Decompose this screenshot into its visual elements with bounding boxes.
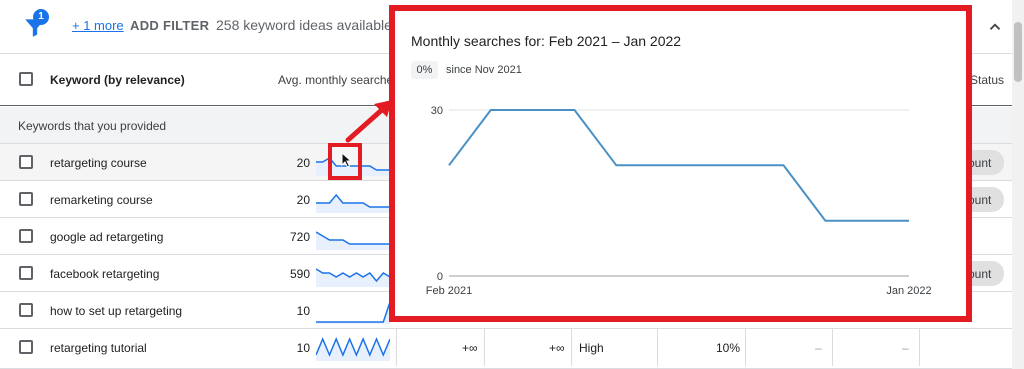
- competition: High: [579, 341, 604, 355]
- keyword-ideas-count: 258 keyword ideas available: [216, 17, 392, 33]
- column-divider: [484, 329, 485, 366]
- monthly-searches-chart: 30 0 Feb 2021 Jan 2022: [426, 105, 932, 297]
- keyword-text: remarketing course: [50, 193, 153, 207]
- y-tick-label: 0: [437, 271, 443, 283]
- series-line: [448, 109, 909, 222]
- trend-sparkline[interactable]: [316, 335, 390, 361]
- group-label: Keywords that you provided: [18, 119, 167, 133]
- row-checkbox[interactable]: [19, 192, 33, 206]
- scrollbar-thumb[interactable]: [1014, 22, 1022, 82]
- keyword-text: retargeting tutorial: [50, 341, 147, 355]
- avg-monthly-searches: 10: [296, 304, 310, 318]
- column-header-keyword[interactable]: Keyword (by relevance): [50, 73, 185, 87]
- row-checkbox[interactable]: [19, 303, 33, 317]
- select-all-checkbox[interactable]: [19, 72, 33, 86]
- keyword-text: facebook retargeting: [50, 267, 160, 281]
- column-divider: [571, 329, 572, 366]
- yoy-change: +∞: [549, 341, 565, 355]
- filter-count-badge: 1: [33, 9, 49, 25]
- column-divider: [919, 329, 920, 366]
- top-of-page-bid-low: –: [815, 341, 822, 355]
- avg-monthly-searches: 20: [296, 156, 310, 170]
- x-tick-label: Jan 2022: [886, 285, 931, 297]
- column-header-status[interactable]: Status: [970, 73, 1004, 87]
- row-checkbox[interactable]: [19, 155, 33, 169]
- column-divider: [832, 329, 833, 366]
- trend-sparkline[interactable]: [316, 187, 390, 213]
- row-checkbox[interactable]: [19, 266, 33, 280]
- column-divider: [657, 329, 658, 366]
- row-checkbox[interactable]: [19, 340, 33, 354]
- trend-sparkline[interactable]: [316, 224, 390, 250]
- column-divider: [745, 329, 746, 366]
- trend-sparkline[interactable]: [316, 261, 390, 287]
- sparkline-area: [316, 302, 390, 324]
- more-filters-link[interactable]: + 1 more: [72, 18, 124, 33]
- avg-monthly-searches: 20: [296, 193, 310, 207]
- add-filter-button[interactable]: ADD FILTER: [130, 18, 209, 33]
- sparkline-line: [316, 301, 390, 323]
- top-of-page-bid-high: –: [902, 341, 909, 355]
- avg-monthly-searches: 10: [296, 341, 310, 355]
- avg-monthly-searches: 590: [289, 267, 310, 281]
- column-divider: [396, 329, 397, 366]
- keyword-text: how to set up retargeting: [50, 304, 183, 318]
- keyword-text: retargeting course: [50, 156, 147, 170]
- column-header-avg-monthly-searches[interactable]: Avg. monthly searches: [278, 73, 399, 87]
- ad-impression-share: 10%: [716, 341, 741, 355]
- keyword-text: google ad retargeting: [50, 230, 164, 244]
- y-tick-label: 30: [431, 105, 443, 117]
- mouse-cursor-icon: [341, 152, 353, 168]
- sparkline-area: [316, 232, 390, 250]
- sparkline-area: [316, 195, 390, 213]
- row-checkbox[interactable]: [19, 229, 33, 243]
- keyword-planner-screen: 1 + 1 more ADD FILTER 258 keyword ideas …: [0, 0, 1024, 369]
- monthly-searches-popup: Monthly searches for: Feb 2021 – Jan 202…: [389, 5, 972, 322]
- x-tick-label: Feb 2021: [426, 285, 472, 297]
- trend-sparkline[interactable]: [316, 298, 390, 324]
- table-row[interactable]: retargeting tutorial 10 +∞ +∞ High 10% –…: [0, 329, 1012, 369]
- three-month-change: +∞: [462, 341, 478, 355]
- avg-monthly-searches: 720: [289, 230, 310, 244]
- chevron-up-icon[interactable]: [986, 18, 1004, 36]
